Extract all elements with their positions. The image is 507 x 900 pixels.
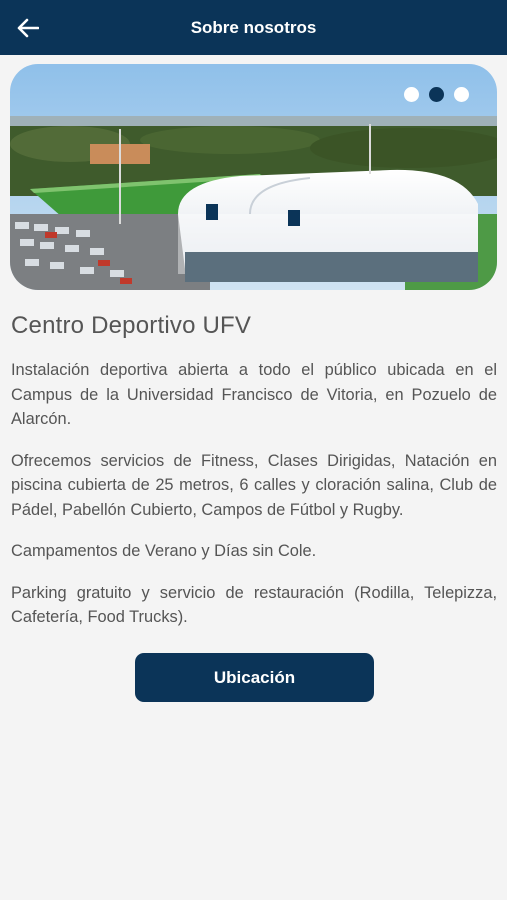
location-button[interactable]: Ubicación: [135, 653, 374, 702]
page-title: Sobre nosotros: [190, 17, 317, 37]
parking-paragraph: Parking gratuito y servicio de restaurac…: [11, 583, 497, 627]
app-bar: Sobre nosotros: [0, 0, 507, 55]
about-content: Centro Deportivo UFV Instalación deporti…: [11, 312, 497, 647]
arrow-left-icon: [17, 18, 39, 38]
carousel-indicators: [404, 87, 469, 102]
image-carousel[interactable]: [10, 64, 497, 290]
carousel-dot-active[interactable]: [429, 87, 444, 102]
carousel-dot[interactable]: [454, 87, 469, 102]
description-paragraph: Instalación deportiva abierta a todo el …: [11, 361, 497, 428]
back-button[interactable]: [10, 10, 46, 46]
camps-paragraph: Campamentos de Verano y Días sin Cole.: [11, 542, 317, 560]
services-paragraph: Ofrecemos servicios de Fitness, Clases D…: [11, 451, 497, 519]
carousel-dot[interactable]: [404, 87, 419, 102]
center-title: Centro Deportivo UFV: [11, 312, 252, 339]
